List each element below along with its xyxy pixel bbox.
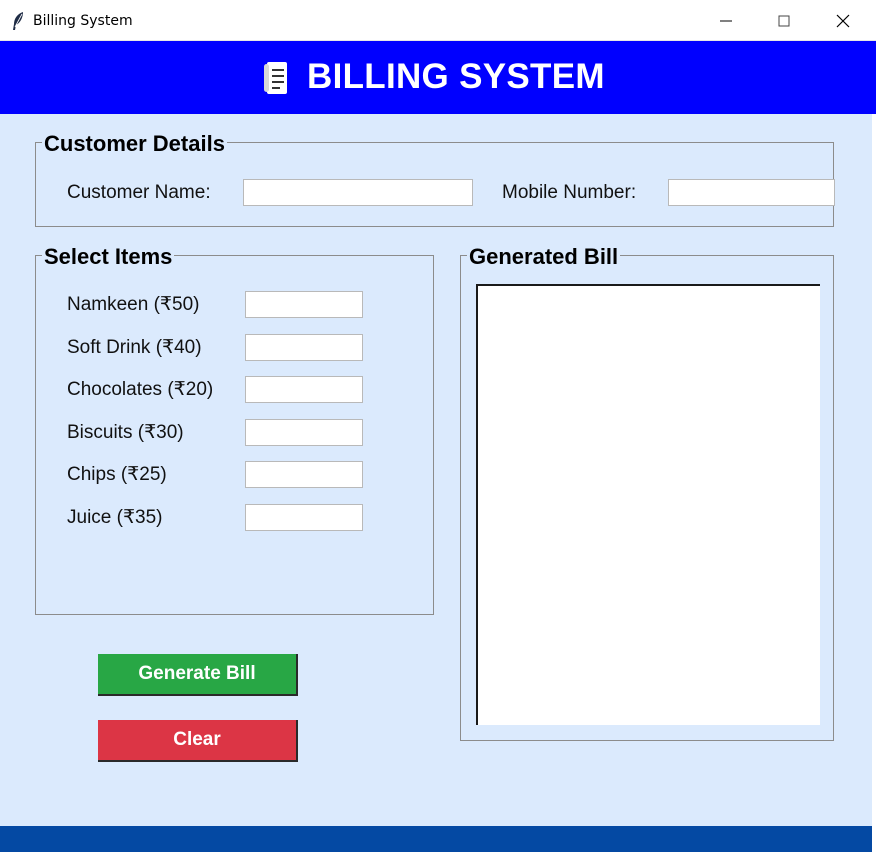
generate-bill-button[interactable]: Generate Bill — [98, 654, 298, 696]
close-button[interactable] — [814, 0, 872, 41]
minimize-icon — [720, 20, 732, 22]
close-icon — [836, 14, 850, 28]
item-qty-chips[interactable] — [245, 461, 363, 488]
customer-name-input[interactable] — [243, 179, 473, 206]
item-qty-biscuits[interactable] — [245, 419, 363, 446]
minimize-button[interactable] — [697, 0, 755, 41]
generated-bill-legend: Generated Bill — [467, 244, 621, 270]
mobile-number-input[interactable] — [668, 179, 835, 206]
clear-button[interactable]: Clear — [98, 720, 298, 762]
item-label-chips: Chips (₹25) — [67, 464, 167, 485]
maximize-button[interactable] — [755, 0, 813, 41]
window-title: Billing System — [33, 13, 133, 29]
window-edge — [872, 114, 876, 826]
item-qty-soft-drink[interactable] — [245, 334, 363, 361]
item-label-juice: Juice (₹35) — [67, 507, 163, 528]
item-qty-chocolates[interactable] — [245, 376, 363, 403]
item-label-chocolates: Chocolates (₹20) — [67, 379, 214, 400]
item-label-namkeen: Namkeen (₹50) — [67, 294, 200, 315]
receipt-icon — [264, 62, 287, 94]
item-qty-juice[interactable] — [245, 504, 363, 531]
item-label-soft-drink: Soft Drink (₹40) — [67, 337, 202, 358]
maximize-icon — [778, 15, 790, 27]
customer-details-legend: Customer Details — [42, 131, 227, 157]
select-items-legend: Select Items — [42, 244, 175, 270]
item-label-biscuits: Biscuits (₹30) — [67, 422, 184, 443]
page-title: BILLING SYSTEM — [307, 57, 605, 96]
bill-text-area[interactable] — [476, 284, 820, 725]
customer-name-label: Customer Name: — [67, 182, 211, 203]
mobile-number-label: Mobile Number: — [502, 182, 637, 203]
feather-icon — [13, 12, 23, 30]
window-titlebar: Billing System — [0, 0, 876, 41]
item-qty-namkeen[interactable] — [245, 291, 363, 318]
footer-bar — [0, 826, 872, 852]
